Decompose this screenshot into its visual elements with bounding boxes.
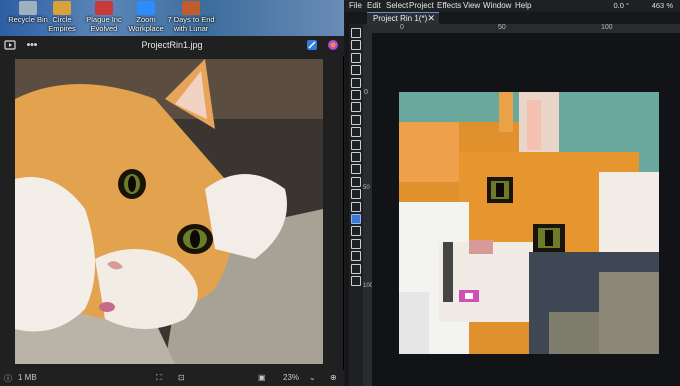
crop-icon[interactable]: ⛶ [156, 373, 162, 383]
menu-file[interactable]: File [349, 1, 362, 10]
game-icon [182, 1, 200, 15]
tool-palette [349, 24, 363, 386]
canvas-area[interactable] [372, 33, 680, 386]
magic-wand-icon[interactable] [351, 65, 361, 76]
text-tool-icon[interactable] [351, 152, 361, 162]
crop-tool-icon[interactable] [351, 77, 361, 88]
gradient-tool-icon[interactable] [351, 238, 361, 249]
pan-tool-icon[interactable] [351, 114, 361, 125]
visual-search-icon[interactable]: ⊡ [178, 373, 185, 382]
photo-viewer-window: ••• ProjectRin1.jpg ⓘ 1 MB ⛶ ⊡ ▣ 23% ⌄ ⊕ [0, 36, 344, 386]
desktop-icon-7-days[interactable]: 7 Days to End with Lunar [160, 0, 222, 36]
cat-photo [15, 59, 323, 364]
zoom-level[interactable]: 23% [283, 373, 299, 382]
zoom-tool-icon[interactable] [351, 127, 361, 138]
recolor-tool-icon[interactable] [351, 226, 361, 237]
tab-label: Project Rin 1(*) [373, 14, 428, 23]
line-tool-icon[interactable] [351, 102, 361, 113]
move-tool-icon[interactable] [351, 28, 361, 38]
viewer-title: ProjectRin1.jpg [141, 40, 203, 50]
chevron-down-icon[interactable]: ⌄ [309, 373, 316, 382]
menu-project[interactable]: Project [409, 1, 434, 10]
clone-tool-icon[interactable] [351, 214, 361, 224]
ruler-tick-label: 0 [400, 24, 404, 31]
menu-edit[interactable]: Edit [367, 1, 381, 10]
tab-bar: Project Rin 1(*) ✕ [345, 12, 680, 24]
pixel-art-canvas[interactable] [399, 92, 659, 354]
eyedropper-icon[interactable] [351, 164, 361, 175]
lasso-tool-icon[interactable] [351, 40, 361, 51]
menu-select[interactable]: Select [386, 1, 408, 10]
ruler-tick-label: 100 [601, 24, 613, 31]
layer-tool-icon[interactable] [351, 263, 361, 274]
fit-window-icon[interactable]: ▣ [258, 373, 266, 382]
zoom-in-icon[interactable]: ⊕ [330, 373, 337, 382]
pencil-tool-icon[interactable] [351, 90, 361, 100]
zoom-value[interactable]: 463 % [633, 1, 673, 11]
menu-effects[interactable]: Effects [437, 1, 461, 10]
tab-project-rin-1[interactable]: Project Rin 1(*) ✕ [367, 12, 439, 24]
ruler-vertical: 0 50 100 [363, 33, 373, 386]
shape-tool-icon[interactable] [351, 201, 361, 212]
copilot-icon[interactable] [326, 39, 340, 53]
circle-empires-icon [53, 1, 71, 15]
viewer-statusbar: ⓘ 1 MB ⛶ ⊡ ▣ 23% ⌄ ⊕ [0, 370, 344, 386]
menu-help[interactable]: Help [515, 1, 531, 10]
screen: Recycle Bin Circle Empires Plague Inc Ev… [0, 0, 680, 386]
menu-bar: File Edit Select Project Effects View Wi… [345, 0, 680, 12]
close-icon[interactable]: ✕ [427, 13, 435, 24]
rotation-value[interactable]: 0.0 ° [593, 1, 629, 11]
info-icon[interactable]: ⓘ [4, 373, 12, 384]
pixel-editor-window: File Edit Select Project Effects View Wi… [345, 0, 680, 386]
desktop-background: Recycle Bin Circle Empires Plague Inc Ev… [0, 0, 344, 36]
ruler-tick-label: 50 [363, 185, 370, 191]
fill-tool-icon[interactable] [351, 139, 361, 150]
brush-tool-icon[interactable] [351, 176, 361, 187]
menu-window[interactable]: Window [483, 1, 511, 10]
ruler-tick-label: 0 [364, 89, 368, 96]
ruler-horizontal: 0 50 100 [363, 24, 680, 33]
menu-view[interactable]: View [463, 1, 480, 10]
cube-tool-icon[interactable] [351, 276, 361, 286]
viewer-titlebar: ••• ProjectRin1.jpg [0, 36, 344, 56]
plague-inc-icon [95, 1, 113, 15]
zoom-icon [137, 1, 155, 15]
rect-select-icon[interactable] [351, 52, 361, 63]
file-size: 1 MB [18, 373, 37, 382]
ruler-tick-label: 50 [498, 24, 506, 31]
eraser-tool-icon[interactable] [351, 189, 361, 200]
edit-image-icon[interactable] [305, 39, 319, 53]
smudge-tool-icon[interactable] [351, 251, 361, 262]
